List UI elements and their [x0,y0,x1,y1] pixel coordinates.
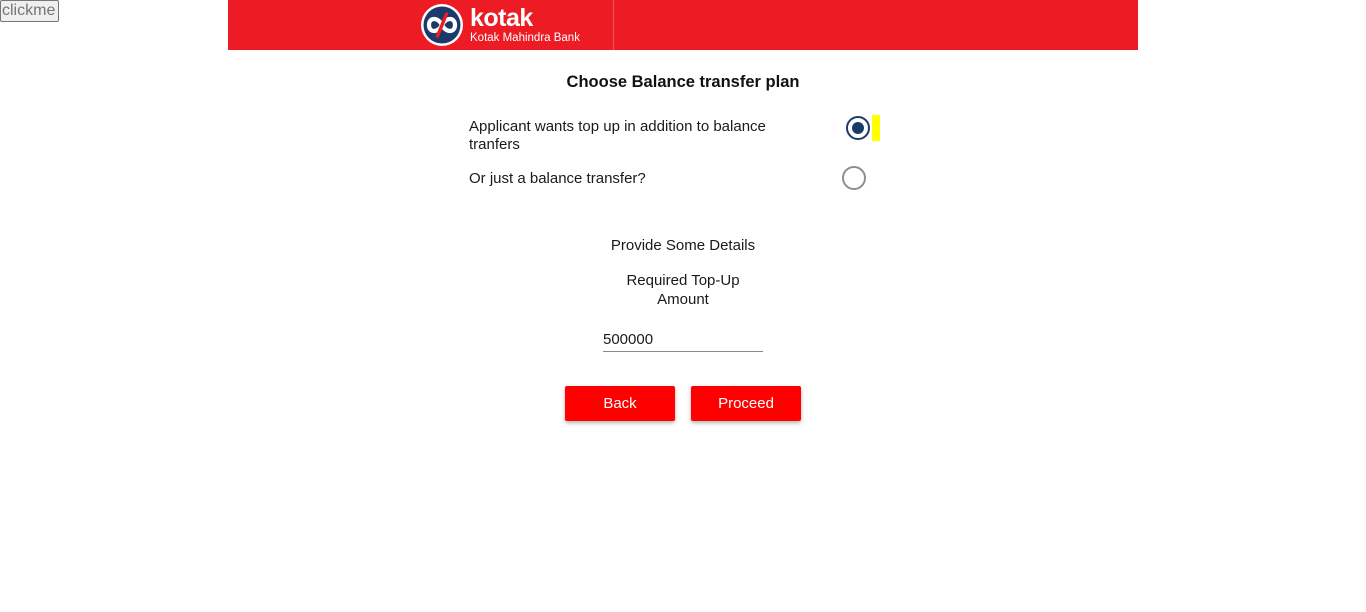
option-balance-transfer-label: Or just a balance transfer? [469,170,646,187]
option-topup-label: Applicant wants top up in addition to ba… [469,118,766,153]
brand-text: kotak Kotak Mahindra Bank [470,3,580,45]
site-header: kotak Kotak Mahindra Bank [228,0,1138,50]
topup-amount-label: Required Top-Up Amount [626,272,740,308]
topup-amount-input[interactable] [603,328,763,352]
radio-balance-transfer[interactable] [842,166,866,190]
kotak-logo[interactable]: kotak Kotak Mahindra Bank [419,3,580,47]
back-button[interactable]: Back [565,386,675,421]
header-divider [613,0,614,50]
details-heading: Provide Some Details [610,237,756,254]
proceed-button[interactable]: Proceed [691,386,801,421]
clickme-button[interactable]: clickme [0,0,59,22]
kotak-infinity-logo-icon [421,4,463,46]
brand-word: kotak [470,3,533,32]
brand-subtitle: Kotak Mahindra Bank [470,31,580,44]
page-title: Choose Balance transfer plan [566,73,800,91]
highlight-marker [872,115,880,141]
radio-topup[interactable] [846,116,870,140]
